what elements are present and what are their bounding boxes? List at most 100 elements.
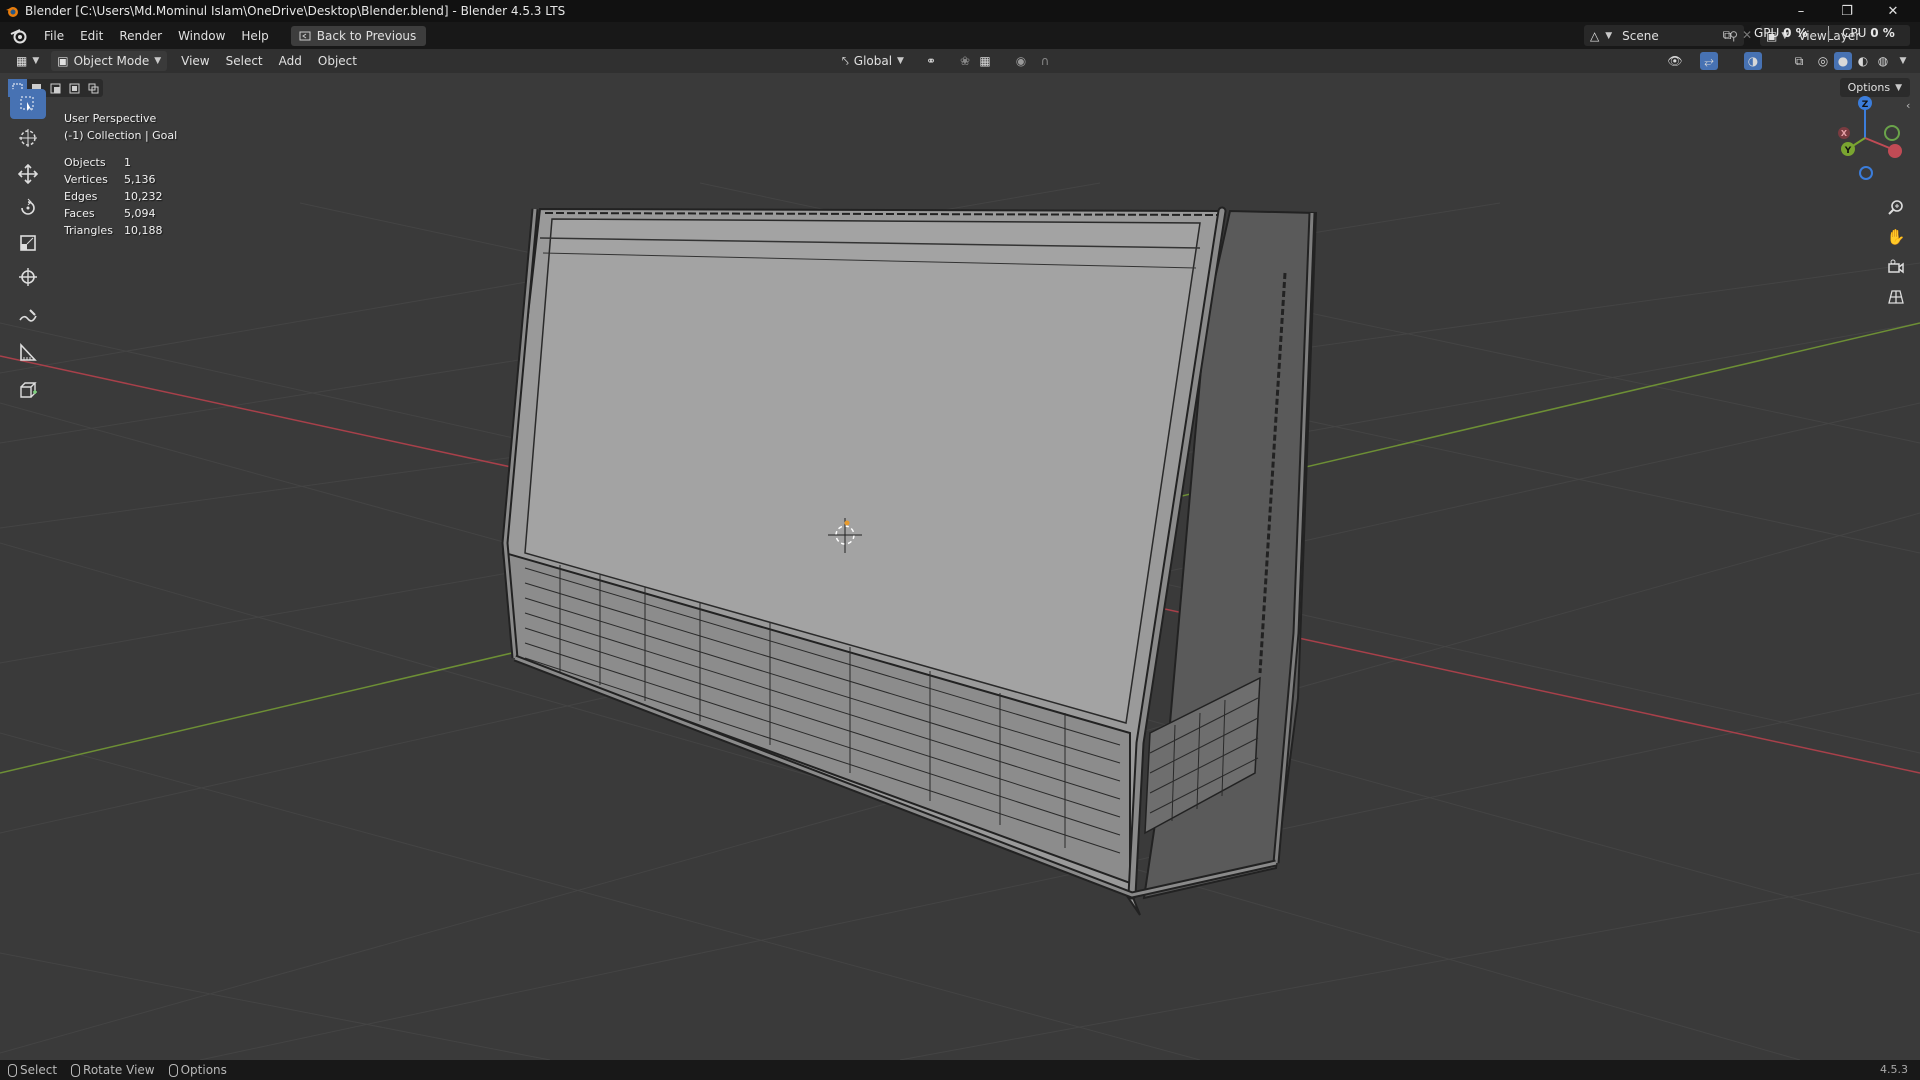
menu-add[interactable]: Add: [271, 54, 310, 68]
add-cube-tool[interactable]: [10, 375, 46, 405]
stats-row: Faces 5,094: [64, 205, 163, 222]
viewport-scene: [0, 182, 1920, 1060]
menu-file[interactable]: File: [36, 25, 72, 47]
shading-options-icon[interactable]: ▼: [1894, 52, 1912, 70]
select-subtract-icon[interactable]: [46, 79, 65, 97]
scene-name: Scene: [1622, 28, 1659, 43]
select-intersect-icon[interactable]: [84, 79, 103, 97]
blender-app-icon: [6, 7, 18, 17]
menu-edit[interactable]: Edit: [72, 25, 111, 47]
sidebar-toggle-icon[interactable]: ‹: [1906, 99, 1910, 112]
goal-object[interactable]: [501, 206, 1318, 916]
stat-label: Triangles: [64, 224, 113, 237]
scale-icon: [20, 235, 36, 251]
close-button[interactable]: ✕: [1870, 0, 1916, 22]
status-options-hint: Options: [168, 1063, 227, 1077]
wireframe-shading-icon[interactable]: ◎: [1814, 52, 1832, 70]
select-invert-icon[interactable]: [65, 79, 84, 97]
menu-object[interactable]: Object: [310, 54, 365, 68]
move-icon: [18, 164, 38, 184]
stat-label: Faces: [64, 207, 95, 220]
orientation-icon: ⤣: [842, 53, 849, 68]
title-bar: Blender [C:\Users\Md.Mominul Islam\OneDr…: [0, 0, 1920, 22]
blender-menu-icon[interactable]: [10, 27, 28, 45]
grid-perspective-icon: [1888, 290, 1904, 304]
new-scene-icon[interactable]: ⧉: [1718, 26, 1736, 44]
version-label: 4.5.3: [1880, 1063, 1908, 1076]
scene-icon: △: [1590, 28, 1600, 43]
select-box-tool[interactable]: [10, 89, 46, 119]
back-to-previous-button[interactable]: Back to Previous: [290, 25, 427, 46]
3d-viewport[interactable]: User Perspective (-1) Collection | Goal …: [0, 73, 1920, 1060]
minimize-button[interactable]: –: [1778, 0, 1824, 22]
add-cube-icon: [20, 382, 37, 398]
menu-select[interactable]: Select: [218, 54, 271, 68]
status-select-hint: Select: [8, 1063, 57, 1077]
pan-view-button[interactable]: ✋: [1882, 223, 1910, 251]
select-box-icon: [20, 96, 34, 111]
falloff-icon[interactable]: ∩: [1036, 52, 1054, 70]
status-options-label: Options: [180, 1063, 227, 1077]
zoom-view-button[interactable]: [1882, 193, 1910, 221]
transform-tool[interactable]: [10, 262, 46, 292]
snap-toggle-icon[interactable]: ❀: [956, 52, 974, 70]
cursor-icon: [19, 129, 37, 147]
status-rotate-label: Rotate View: [83, 1063, 155, 1077]
overlay-toggle-icon[interactable]: ◑: [1744, 52, 1762, 70]
chevron-down-icon: ▼: [897, 56, 904, 66]
cursor-tool[interactable]: [10, 123, 46, 153]
transform-orientation-selector[interactable]: ⤣ Global ▼: [836, 51, 910, 71]
menu-window[interactable]: Window: [170, 25, 233, 47]
move-tool[interactable]: [10, 159, 46, 189]
perspective-toggle-button[interactable]: [1882, 283, 1910, 311]
restore-button[interactable]: ❐: [1824, 0, 1870, 22]
material-preview-icon[interactable]: ◐: [1854, 52, 1872, 70]
stat-value: 10,188: [124, 224, 163, 237]
view-name: User Perspective: [64, 112, 157, 125]
rendered-shading-icon[interactable]: ◍: [1874, 52, 1892, 70]
gizmo-y-label: Y: [1844, 146, 1852, 156]
menu-help[interactable]: Help: [233, 25, 276, 47]
proportional-editing-icon[interactable]: ◉: [1012, 52, 1030, 70]
rotate-tool[interactable]: [10, 193, 46, 223]
mode-selector[interactable]: ▣ Object Mode ▼: [51, 51, 168, 71]
gpu-label: GPU: [1754, 26, 1780, 40]
orientation-label: Global: [853, 54, 893, 68]
status-rotate-hint: Rotate View: [71, 1063, 155, 1077]
gpu-meter: GPU 0 %: [1754, 26, 1808, 40]
stat-label: Objects: [64, 156, 106, 169]
xray-toggle-icon[interactable]: ⧉: [1790, 52, 1808, 70]
scale-tool[interactable]: [10, 228, 46, 258]
annotate-tool[interactable]: [10, 301, 46, 331]
meter-divider: [1828, 26, 1829, 42]
top-bar: File Edit Render Window Help Back to Pre…: [0, 22, 1920, 49]
editor-type-selector[interactable]: ▦ ▼: [10, 51, 45, 71]
menu-render[interactable]: Render: [111, 25, 170, 47]
viewport-header: ▦ ▼ ▣ Object Mode ▼ View Select Add Objec…: [0, 49, 1920, 73]
snap-target-icon[interactable]: ▦: [976, 52, 994, 70]
camera-view-button[interactable]: [1882, 253, 1910, 281]
solid-shading-icon[interactable]: ●: [1834, 52, 1852, 70]
measure-icon: [20, 342, 37, 361]
cpu-label: CPU: [1842, 26, 1867, 40]
mouse-left-icon: [8, 1063, 17, 1077]
visibility-icon[interactable]: 👁: [1666, 52, 1684, 70]
stat-label: Vertices: [64, 173, 108, 186]
menu-view[interactable]: View: [173, 54, 217, 68]
status-bar: Select Rotate View Options 4.5.3: [0, 1060, 1920, 1080]
chevron-down-icon: ▼: [1895, 82, 1902, 93]
zoom-icon: [1888, 200, 1903, 215]
window-title: Blender [C:\Users\Md.Mominul Islam\OneDr…: [25, 4, 566, 18]
stats-row: Edges 10,232: [64, 188, 163, 205]
gizmo-toggle-icon[interactable]: ⥂: [1700, 52, 1718, 70]
stat-value: 1: [124, 156, 131, 169]
pivot-point-icon[interactable]: ⚭: [922, 52, 940, 70]
chevron-down-icon: ▼: [1605, 30, 1613, 41]
collection-label: (-1) Collection | Goal: [64, 129, 178, 142]
measure-tool[interactable]: [10, 337, 46, 367]
back-to-previous-label: Back to Previous: [316, 28, 417, 43]
rotate-icon: [21, 198, 35, 215]
cpu-value: 0 %: [1870, 26, 1895, 40]
navigation-gizmo[interactable]: Z X Y: [1820, 93, 1910, 183]
stat-value: 5,136: [124, 173, 156, 186]
